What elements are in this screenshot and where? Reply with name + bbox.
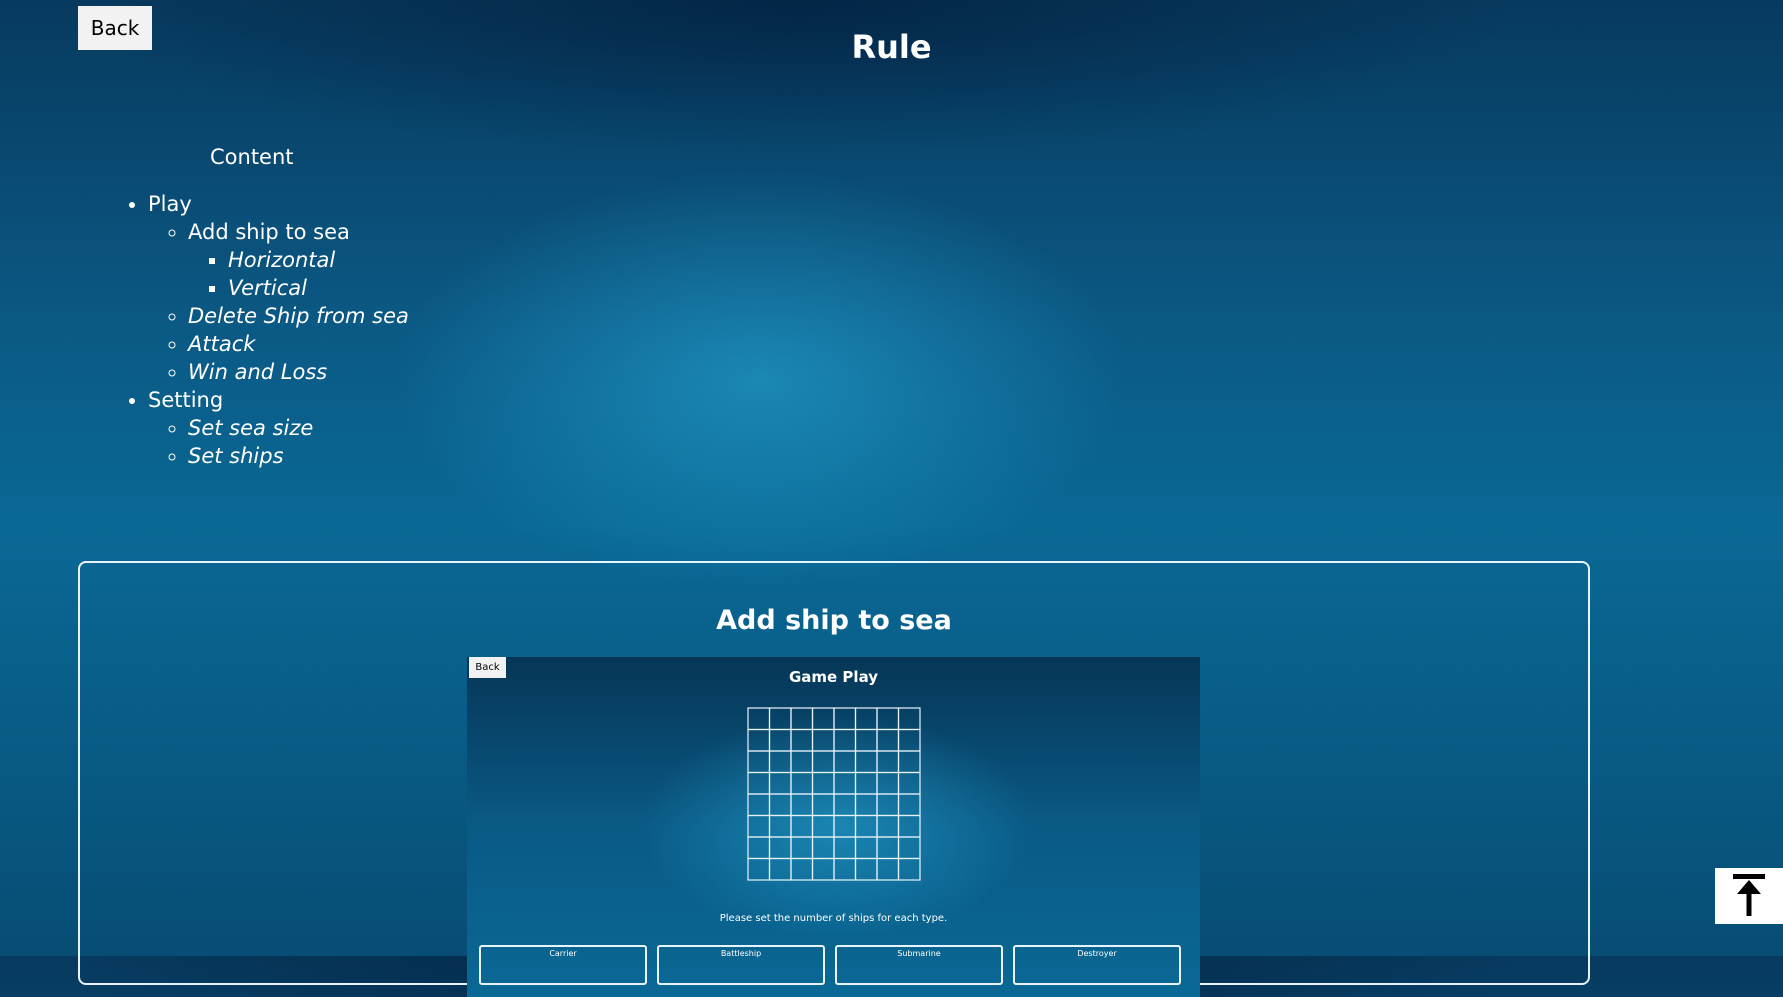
toc-item-horizontal[interactable]: Horizontal xyxy=(228,246,409,274)
scroll-to-top-button[interactable] xyxy=(1715,868,1783,924)
grid-cell xyxy=(747,707,771,731)
grid-cell xyxy=(876,857,900,881)
toc-heading: Content xyxy=(210,145,294,169)
grid-cell xyxy=(747,771,771,795)
grid-cell xyxy=(790,728,814,752)
grid-cell xyxy=(790,836,814,860)
grid-cell xyxy=(768,750,792,774)
grid-cell xyxy=(897,857,921,881)
grid-cell xyxy=(854,750,878,774)
toc-item-play[interactable]: Play Add ship to sea Horizontal Vertical… xyxy=(148,190,409,386)
grid-cell xyxy=(833,814,857,838)
grid-cell xyxy=(833,793,857,817)
grid-cell xyxy=(854,728,878,752)
toc-item-win-loss[interactable]: Win and Loss xyxy=(188,358,409,386)
grid-cell xyxy=(768,857,792,881)
grid-cell xyxy=(790,750,814,774)
grid-cell xyxy=(790,814,814,838)
grid-cell xyxy=(897,771,921,795)
grid-cell xyxy=(747,750,771,774)
table-of-contents: Play Add ship to sea Horizontal Vertical… xyxy=(112,190,409,470)
grid-cell xyxy=(833,836,857,860)
grid-cell xyxy=(747,836,771,860)
toc-item-add-ship[interactable]: Add ship to sea Horizontal Vertical xyxy=(188,218,409,302)
grid-cell xyxy=(768,814,792,838)
grid-cell xyxy=(833,750,857,774)
grid-cell xyxy=(811,857,835,881)
toc-item-vertical[interactable]: Vertical xyxy=(228,274,409,302)
arrow-up-to-top-icon xyxy=(1715,874,1783,927)
grid-cell xyxy=(876,836,900,860)
grid-cell xyxy=(833,728,857,752)
grid-cell xyxy=(876,771,900,795)
grid-cell xyxy=(897,793,921,817)
grid-cell xyxy=(790,771,814,795)
ship-type-carrier: Carrier xyxy=(479,945,647,985)
grid-cell xyxy=(897,814,921,838)
grid-cell xyxy=(811,728,835,752)
rule-section-add-ship: Add ship to sea Back Game Play Please se… xyxy=(78,561,1590,997)
toc-item-set-ships[interactable]: Set ships xyxy=(188,442,409,470)
grid-cell xyxy=(897,707,921,731)
grid-cell xyxy=(854,857,878,881)
grid-cell xyxy=(854,707,878,731)
grid-cell xyxy=(897,728,921,752)
grid-cell xyxy=(854,771,878,795)
grid-cell xyxy=(790,857,814,881)
grid-cell xyxy=(768,707,792,731)
grid-cell xyxy=(854,814,878,838)
ship-type-destroyer: Destroyer xyxy=(1013,945,1181,985)
grid-cell xyxy=(854,793,878,817)
grid-cell xyxy=(811,836,835,860)
grid-cell xyxy=(790,793,814,817)
grid-cell xyxy=(790,707,814,731)
screenshot-message: Please set the number of ships for each … xyxy=(719,913,948,924)
grid-cell xyxy=(897,836,921,860)
toc-item-delete-ship[interactable]: Delete Ship from sea xyxy=(188,302,409,330)
gameplay-screenshot: Back Game Play Please set the number of … xyxy=(467,657,1200,997)
toc-item-attack[interactable]: Attack xyxy=(188,330,409,358)
grid-cell xyxy=(768,793,792,817)
grid-cell xyxy=(876,728,900,752)
grid-cell xyxy=(768,728,792,752)
grid-cell xyxy=(897,750,921,774)
ship-type-battleship: Battleship xyxy=(657,945,825,985)
grid-cell xyxy=(811,771,835,795)
grid-cell xyxy=(833,707,857,731)
grid-cell xyxy=(876,750,900,774)
grid-cell xyxy=(811,707,835,731)
grid-cell xyxy=(811,814,835,838)
grid-cell xyxy=(768,771,792,795)
ship-type-submarine: Submarine xyxy=(835,945,1003,985)
grid-cell xyxy=(876,707,900,731)
grid-cell xyxy=(876,814,900,838)
grid-cell xyxy=(833,857,857,881)
grid-cell xyxy=(747,857,771,881)
ship-type-row: Carrier Battleship Submarine Destroyer xyxy=(479,945,1181,985)
page-title: Rule xyxy=(851,28,932,66)
grid-cell xyxy=(811,750,835,774)
toc-item-sea-size[interactable]: Set sea size xyxy=(188,414,409,442)
grid-cell xyxy=(747,793,771,817)
grid-cell xyxy=(768,836,792,860)
toc-item-setting[interactable]: Setting Set sea size Set ships xyxy=(148,386,409,470)
section-title: Add ship to sea xyxy=(716,605,952,636)
grid-cell xyxy=(747,814,771,838)
grid-cell xyxy=(747,728,771,752)
screenshot-title: Game Play xyxy=(788,668,879,686)
grid-cell xyxy=(811,793,835,817)
grid-cell xyxy=(833,771,857,795)
grid-cell xyxy=(854,836,878,860)
sea-grid xyxy=(747,707,922,882)
grid-cell xyxy=(876,793,900,817)
